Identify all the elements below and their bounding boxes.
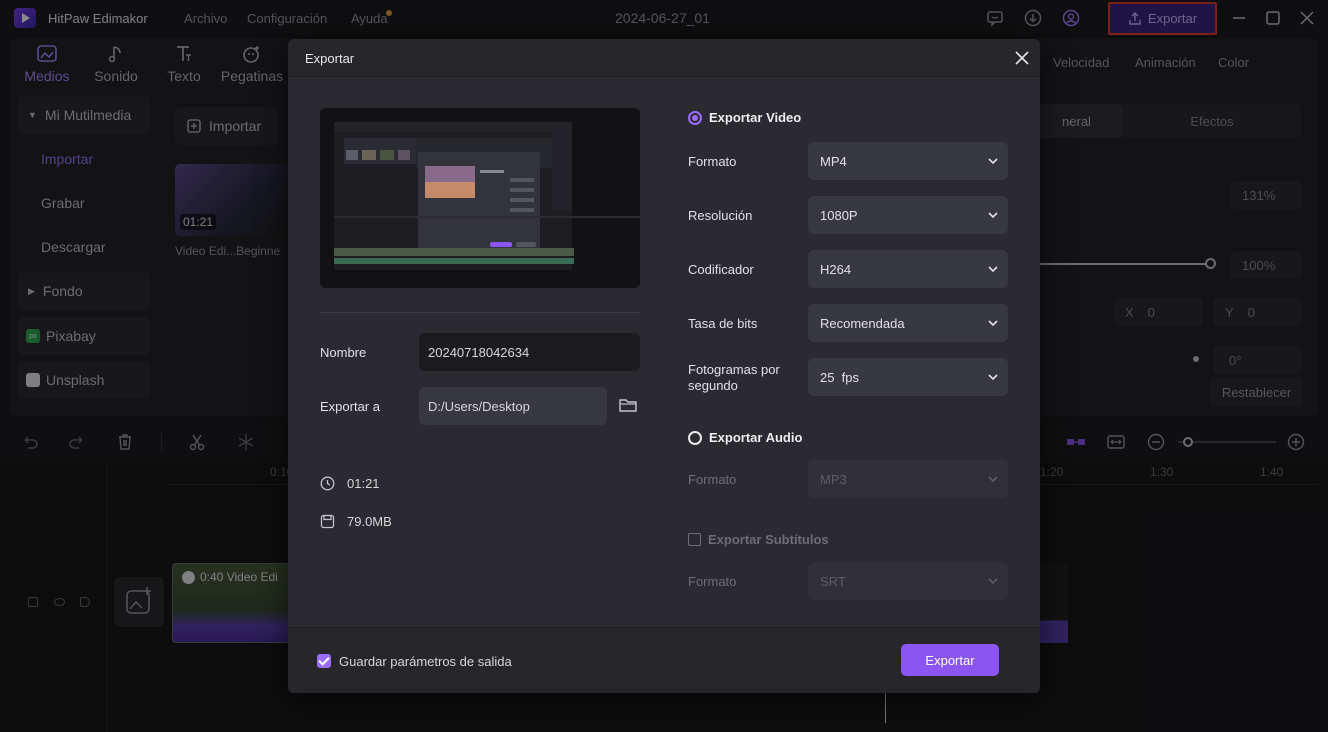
fps-select[interactable]: 25 fps <box>808 358 1008 396</box>
clock-icon <box>320 476 335 491</box>
export-audio-label: Exportar Audio <box>709 430 803 445</box>
duration-row: 01:21 <box>320 476 380 491</box>
save-params-checkbox[interactable] <box>317 654 331 668</box>
duration-value: 01:21 <box>347 476 380 491</box>
codec-value: H264 <box>820 261 852 277</box>
chevron-down-icon <box>988 212 998 218</box>
bitrate-select[interactable]: Recomendada <box>808 304 1008 342</box>
chevron-down-icon <box>988 374 998 380</box>
fps-label: Fotogramas por segundo <box>688 362 780 393</box>
chevron-down-icon <box>988 476 998 482</box>
format-label: Formato <box>688 154 737 169</box>
chevron-down-icon <box>988 578 998 584</box>
export-to-label: Exportar a <box>320 399 380 414</box>
fps-value: 25 fps <box>820 369 860 385</box>
resolution-select[interactable]: 1080P <box>808 196 1008 234</box>
chevron-down-icon <box>988 158 998 164</box>
export-video-label: Exportar Video <box>709 110 802 125</box>
radio-video[interactable] <box>688 110 702 125</box>
resolution-value: 1080P <box>820 207 858 223</box>
folder-icon[interactable] <box>619 397 637 413</box>
subs-format-value: SRT <box>820 573 846 589</box>
format-value: MP4 <box>820 153 847 169</box>
export-button[interactable]: Exportar <box>901 644 999 676</box>
name-label: Nombre <box>320 345 367 360</box>
audio-format-value: MP3 <box>820 471 847 487</box>
dialog-header <box>288 39 1040 77</box>
save-params-label[interactable]: Guardar parámetros de salida <box>339 654 512 669</box>
export-subtitles-option[interactable]: Exportar Subtítulos <box>688 532 829 547</box>
audio-format-label: Formato <box>688 472 737 487</box>
export-path-input[interactable]: D:/Users/Desktop <box>419 387 607 425</box>
codec-select[interactable]: H264 <box>808 250 1008 288</box>
dialog-title: Exportar <box>305 51 355 66</box>
audio-format-select: MP3 <box>808 460 1008 498</box>
filesize-row: 79.0MB <box>320 514 392 529</box>
chevron-down-icon <box>988 266 998 272</box>
resolution-label: Resolución <box>688 208 753 223</box>
export-dialog: Exportar Nombre 20240718042634 Exportar … <box>288 39 1040 693</box>
subs-format-label: Formato <box>688 574 737 589</box>
export-subtitles-label: Exportar Subtítulos <box>708 532 829 547</box>
close-icon[interactable] <box>1014 50 1030 66</box>
format-select[interactable]: MP4 <box>808 142 1008 180</box>
filesize-value: 79.0MB <box>347 514 392 529</box>
export-audio-option[interactable]: Exportar Audio <box>688 430 802 445</box>
export-preview <box>320 108 640 288</box>
codec-label: Codificador <box>688 262 754 277</box>
subtitles-checkbox[interactable] <box>688 533 701 546</box>
chevron-down-icon <box>988 320 998 326</box>
radio-audio[interactable] <box>688 430 702 445</box>
name-input[interactable]: 20240718042634 <box>419 333 640 371</box>
bitrate-value: Recomendada <box>820 315 905 331</box>
subs-format-select: SRT <box>808 562 1008 600</box>
save-disk-icon <box>320 514 335 529</box>
bitrate-label: Tasa de bits <box>688 316 758 331</box>
preview-divider <box>320 312 640 313</box>
export-video-option[interactable]: Exportar Video <box>688 110 801 125</box>
